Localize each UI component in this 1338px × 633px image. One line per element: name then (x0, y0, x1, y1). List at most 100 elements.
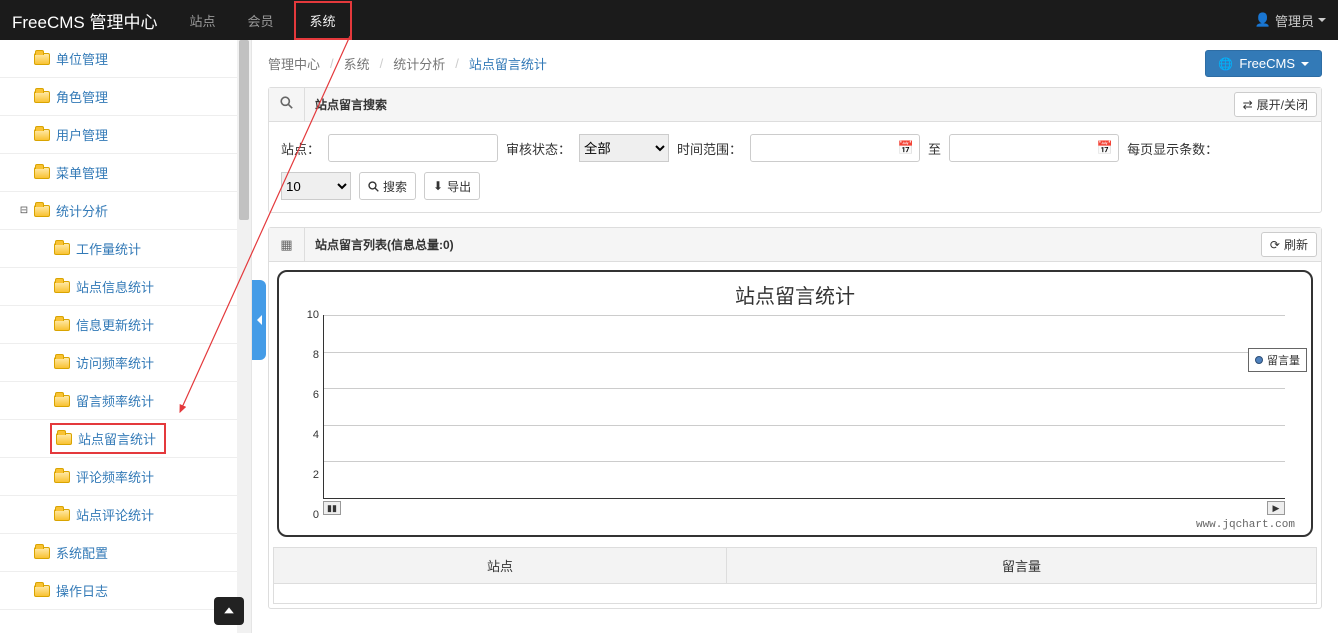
sidebar-item[interactable]: 系统配置 (0, 534, 251, 572)
sidebar-item-label: 访问频率统计 (76, 353, 154, 372)
chart-gridline (324, 352, 1285, 353)
sidebar-item[interactable]: 菜单管理 (0, 154, 251, 192)
y-tick-label: 10 (307, 309, 319, 321)
nav-member[interactable]: 会员 (235, 1, 285, 40)
sidebar-item-label: 统计分析 (56, 201, 108, 220)
folder-icon (34, 91, 50, 103)
sidebar-item[interactable]: 信息更新统计 (0, 306, 251, 344)
sidebar-item[interactable]: 评论频率统计 (0, 458, 251, 496)
top-navbar: FreeCMS 管理中心 站点 会员 系统 👤 管理员 (0, 0, 1338, 40)
breadcrumb-home[interactable]: 管理中心 (268, 54, 320, 73)
table-empty-row (273, 584, 1317, 604)
legend-label: 留言量 (1267, 352, 1300, 368)
folder-icon (54, 319, 70, 331)
sidebar-scrollbar[interactable] (237, 40, 251, 633)
pagesize-select[interactable]: 10 (281, 172, 351, 200)
folder-icon (54, 357, 70, 369)
tree-collapse-icon[interactable]: ⊟ (14, 205, 34, 216)
site-input[interactable] (328, 134, 498, 162)
refresh-icon: ⟳ (1270, 238, 1280, 252)
search-panel: 站点留言搜索 ⇄展开/关闭 站点： 审核状态： 全部 时间范围： (268, 87, 1322, 213)
export-button[interactable]: ⬇ 导出 (424, 172, 480, 200)
sidebar-item-label: 菜单管理 (56, 163, 108, 182)
user-label: 管理员 (1275, 11, 1314, 30)
folder-icon (54, 395, 70, 407)
sidebar-item[interactable]: 留言频率统计 (0, 382, 251, 420)
chart-container: 站点留言统计 0246810 ▮▮ ▶ 留言量 www.jqchart.com (277, 270, 1313, 537)
chart-scrollbar[interactable]: ▮▮ ▶ (323, 501, 1285, 515)
sidebar-item-label: 站点信息统计 (76, 277, 154, 296)
content-area: 管理中心 / 系统 / 统计分析 / 站点留言统计 🌐 FreeCMS 站点留言… (252, 40, 1338, 633)
chart-gridline (324, 315, 1285, 316)
sidebar-item-label: 系统配置 (56, 543, 108, 562)
sidebar-item-label: 用户管理 (56, 125, 108, 144)
folder-icon (34, 53, 50, 65)
freecms-dropdown-button[interactable]: 🌐 FreeCMS (1205, 50, 1322, 77)
sidebar-item[interactable]: 用户管理 (0, 116, 251, 154)
sidebar-item[interactable]: 站点信息统计 (0, 268, 251, 306)
table-col-count: 留言量 (727, 548, 1317, 584)
search-button[interactable]: 搜索 (359, 172, 416, 200)
sidebar-item-label: 评论频率统计 (76, 467, 154, 486)
sidebar-item-label: 留言频率统计 (76, 391, 154, 410)
brand-title: FreeCMS 管理中心 (12, 8, 157, 33)
sidebar-item[interactable]: 站点评论统计 (0, 496, 251, 534)
download-icon: ⬇ (433, 179, 443, 193)
breadcrumb-stats[interactable]: 统计分析 (393, 54, 445, 73)
folder-icon (56, 433, 72, 445)
folder-icon (34, 205, 50, 217)
sidebar-item[interactable]: 工作量统计 (0, 230, 251, 268)
chart-title: 站点留言统计 (295, 280, 1295, 309)
grid-icon: ▦ (269, 228, 305, 261)
search-panel-title: 站点留言搜索 (305, 96, 387, 113)
toggle-panel-button[interactable]: ⇄展开/关闭 (1234, 92, 1317, 117)
scroll-top-button[interactable] (214, 597, 244, 625)
sidebar-item[interactable]: 角色管理 (0, 78, 251, 116)
search-icon (269, 88, 305, 121)
date-to-input[interactable] (949, 134, 1119, 162)
y-tick-label: 4 (313, 429, 319, 441)
folder-icon (34, 547, 50, 559)
result-table: 站点 留言量 (273, 547, 1317, 584)
chart-legend: 留言量 (1248, 348, 1307, 372)
sidebar-item-label: 站点评论统计 (76, 505, 154, 524)
sidebar-item[interactable]: 站点留言统计 (0, 420, 251, 458)
chart-scroll-left[interactable]: ▮▮ (323, 501, 341, 515)
pagesize-label: 每页显示条数： (1127, 139, 1218, 158)
user-dropdown[interactable]: 👤 管理员 (1255, 11, 1326, 30)
globe-icon: 🌐 (1218, 57, 1233, 71)
sidebar-item-label: 操作日志 (56, 581, 108, 600)
y-tick-label: 2 (313, 469, 319, 481)
to-label: 至 (928, 139, 941, 158)
table-col-site: 站点 (274, 548, 727, 584)
list-panel: ▦ 站点留言列表(信息总量:0) ⟳刷新 站点留言统计 0246810 ▮▮ (268, 227, 1322, 609)
status-select[interactable]: 全部 (579, 134, 669, 162)
sidebar-item[interactable]: 访问频率统计 (0, 344, 251, 382)
nav-site[interactable]: 站点 (177, 1, 227, 40)
breadcrumb: 管理中心 / 系统 / 统计分析 / 站点留言统计 🌐 FreeCMS (268, 50, 1322, 77)
chart-scroll-right[interactable]: ▶ (1267, 501, 1285, 515)
folder-icon (54, 243, 70, 255)
exchange-icon: ⇄ (1243, 98, 1253, 112)
refresh-button[interactable]: ⟳刷新 (1261, 232, 1317, 257)
folder-icon (34, 585, 50, 597)
status-label: 审核状态： (506, 139, 571, 158)
chart-gridline (324, 425, 1285, 426)
nav-system[interactable]: 系统 (294, 1, 352, 40)
sidebar-item[interactable]: ⊟ 统计分析 (0, 192, 251, 230)
caret-down-icon (1301, 62, 1309, 66)
folder-icon (54, 281, 70, 293)
sidebar-collapse-handle[interactable] (252, 280, 266, 360)
date-from-input[interactable] (750, 134, 920, 162)
user-icon: 👤 (1255, 12, 1271, 28)
sidebar-item-label: 角色管理 (56, 87, 108, 106)
folder-icon (54, 509, 70, 521)
caret-down-icon (1318, 18, 1326, 22)
sidebar-item-label: 工作量统计 (76, 239, 141, 258)
breadcrumb-system[interactable]: 系统 (344, 54, 370, 73)
sidebar-item[interactable]: 单位管理 (0, 40, 251, 78)
folder-icon (54, 471, 70, 483)
sidebar-scrollbar-thumb[interactable] (239, 40, 249, 220)
list-panel-title: 站点留言列表(信息总量:0) (305, 236, 454, 253)
y-tick-label: 0 (313, 509, 319, 521)
